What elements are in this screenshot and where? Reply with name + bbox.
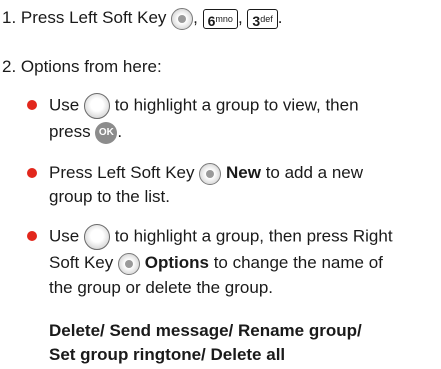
left-soft-key-icon xyxy=(171,7,194,30)
navigation-key-icon xyxy=(83,224,110,250)
step-2-intro: 2. Options from here: xyxy=(2,57,162,76)
right-soft-key-icon xyxy=(118,252,140,275)
bullet-marker xyxy=(27,100,37,110)
bullet-3-line-1: Use to highlight a group, then press Rig… xyxy=(49,224,393,250)
ok-key-icon: OK xyxy=(95,121,118,144)
bullet-marker xyxy=(27,168,37,178)
bullet-marker xyxy=(27,231,37,241)
key-6-icon: 6mno xyxy=(202,8,238,29)
navigation-key-icon xyxy=(83,93,110,119)
bullet-1-line-1: Use to highlight a group to view, then xyxy=(49,93,359,119)
bullet-3-line-3: the group or delete the group. xyxy=(49,278,273,297)
bullet-1-line-2: press OK. xyxy=(49,120,122,144)
left-soft-key-icon xyxy=(199,162,222,185)
options-list-line-2: Set group ringtone/ Delete all xyxy=(49,345,286,364)
bullet-2-line-2: group to the list. xyxy=(49,187,170,206)
step-1-text: 1. Press Left Soft Key xyxy=(2,8,167,27)
bullet-3-line-2: Soft Key Options to change the name of xyxy=(49,251,383,275)
key-3-icon: 3def xyxy=(247,8,278,29)
bullet-2-line-1: Press Left Soft Key New to add a new xyxy=(49,161,363,185)
options-list-line-1: Delete/ Send message/ Rename group/ xyxy=(49,321,362,340)
step-1: 1. Press Left Soft Key , 6mno, 3def. xyxy=(2,7,283,30)
